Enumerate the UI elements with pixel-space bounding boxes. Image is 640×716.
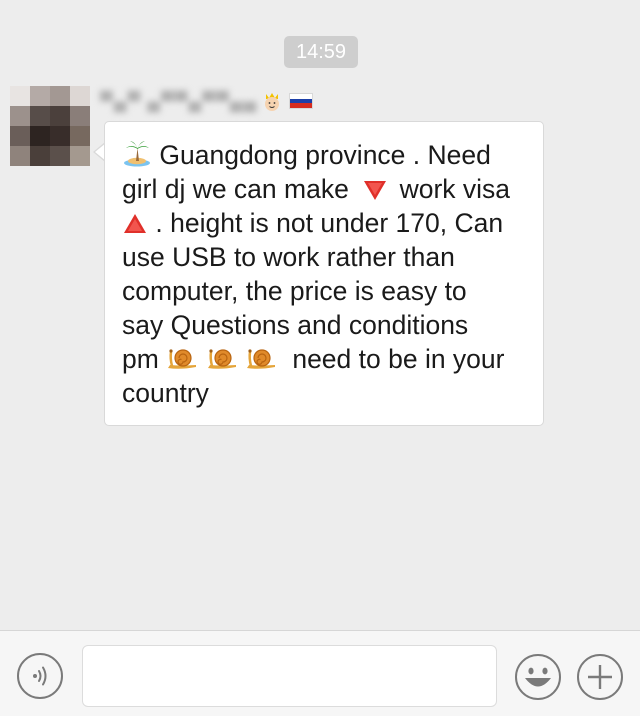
message-line-text: pm [122, 344, 159, 374]
snail-icon [166, 346, 198, 380]
sender-name: ▀▄▀ ▄▀▀▄▀▀▄▄ [100, 90, 258, 111]
message-line-text: . height is not under 170, Can [155, 208, 504, 238]
message-line-text: Guangdong province . Need [159, 140, 491, 170]
sender-avatar[interactable] [10, 86, 90, 166]
message-input[interactable] [82, 645, 497, 707]
message-line: pm need to be in your [122, 342, 532, 376]
smiley-face-icon [515, 654, 561, 700]
message-line-text: need to be in your [292, 344, 505, 374]
plus-icon [577, 654, 623, 700]
message-line: computer, the price is easy to [122, 274, 532, 308]
input-bar [0, 630, 640, 716]
message-bubble[interactable]: Guangdong province . Need girl dj we can… [104, 121, 544, 426]
snail-icon [245, 346, 277, 380]
message-line-text: computer, the price is easy to [122, 276, 467, 306]
message-line: . height is not under 170, Can [122, 206, 532, 240]
red-triangle-down-icon [362, 176, 388, 210]
message-timestamp: 14:59 [284, 36, 358, 68]
message-line: country [122, 376, 532, 410]
message-line: Guangdong province . Need [122, 138, 532, 172]
message-line: say Questions and conditions [122, 308, 532, 342]
message-line: use USB to work rather than [122, 240, 532, 274]
voice-icon [33, 666, 47, 686]
snail-icon [206, 346, 238, 380]
sender-row: ▀▄▀ ▄▀▀▄▀▀▄▄ [100, 88, 314, 114]
message-line-text: girl dj we can make [122, 174, 349, 204]
chat-area[interactable]: 14:59 ▀▄▀ ▄▀▀▄▀▀▄▄ Guangdong province . … [0, 0, 640, 630]
voice-button[interactable] [17, 653, 63, 699]
emoji-button[interactable] [514, 653, 562, 701]
red-triangle-up-icon [122, 210, 148, 244]
desert-island-icon [122, 138, 152, 176]
message-line: girl dj we can make work visa [122, 172, 532, 206]
message-line-text: say Questions and conditions [122, 310, 469, 340]
message-text: Guangdong province . Need girl dj we can… [122, 138, 532, 410]
message-line-text: country [122, 378, 209, 408]
add-button[interactable] [576, 653, 624, 701]
user-emoji-icon [261, 90, 283, 112]
message-line-text: use USB to work rather than [122, 242, 455, 272]
russia-flag-icon [289, 93, 314, 109]
message-line-text: work visa [399, 174, 511, 204]
